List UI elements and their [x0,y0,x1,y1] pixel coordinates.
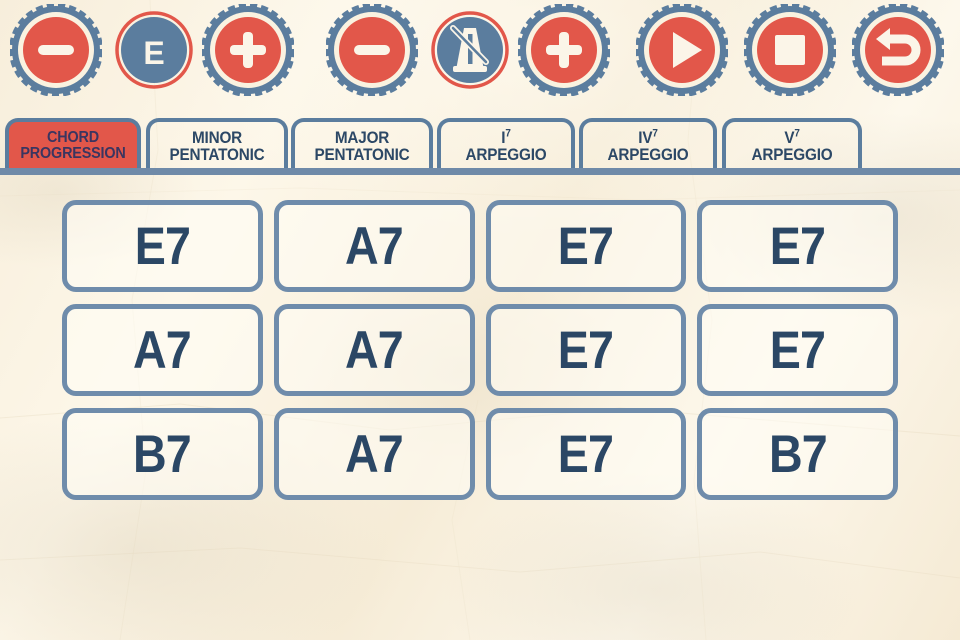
stop-button[interactable] [744,4,836,96]
chord-cell[interactable]: A7 [62,304,263,396]
tempo-increment-button[interactable] [518,4,610,96]
button-face [865,17,931,83]
chord-label: B7 [133,424,192,484]
tab-2[interactable]: MAJOR PENTATONIC [291,118,433,170]
chord-cell[interactable]: E7 [62,200,263,292]
stop-icon [775,35,805,65]
chord-label: E7 [558,424,614,484]
chord-label: E7 [769,216,826,276]
chord-label: E7 [558,216,614,276]
tab-label-superscript: 7 [505,127,511,140]
chord-cell[interactable]: E7 [697,304,898,396]
tab-label-line1: CHORD [47,128,99,146]
tab-label-line1: MAJOR [334,127,390,147]
tab-1[interactable]: MINOR PENTATONIC [146,118,288,170]
tab-label-superscript: 7 [652,127,658,140]
chord-cell[interactable]: A7 [273,408,475,500]
tab-3[interactable]: I7 ARPEGGIO [437,118,575,170]
minus-icon [354,45,390,55]
chord-label: E7 [558,320,614,380]
tab-label-line2: ARPEGGIO [465,145,547,164]
chord-label: B7 [768,424,828,484]
tab-4[interactable]: IV7 ARPEGGIO [579,118,717,170]
tab-underline [0,168,960,175]
chord-label: A7 [133,320,192,380]
minus-icon [38,45,74,55]
chord-label: A7 [345,424,404,484]
tab-label-line1: I7 [501,127,511,147]
chord-cell[interactable]: A7 [273,200,475,292]
chord-label: A7 [345,216,404,276]
chord-cell[interactable]: B7 [697,408,898,500]
tab-label-line2: ARPEGGIO [751,145,833,164]
chord-label: E7 [134,216,191,276]
tab-bar: CHORD PROGRESSION MINOR PENTATONIC MAJOR PENT… [0,118,960,174]
tab-label-line1: IV7 [638,127,658,147]
tab-label-line2: PENTATONIC [169,145,265,164]
chord-cell[interactable]: E7 [485,408,687,500]
tab-5[interactable]: V7 ARPEGGIO [722,118,862,170]
chord-cell[interactable]: E7 [485,200,687,292]
toolbar: E [0,0,960,110]
chord-cell[interactable]: E7 [697,200,898,292]
tab-0[interactable]: CHORD PROGRESSION [5,118,141,170]
tab-label-superscript: 7 [794,127,800,140]
tab-label-line1: MINOR [191,127,243,147]
tab-label-line1: V7 [784,127,800,147]
chord-cell[interactable]: A7 [273,304,475,396]
chord-cell[interactable]: B7 [62,408,263,500]
key-decrement-button[interactable] [10,4,102,96]
metronome-toggle-button[interactable] [424,4,516,96]
chord-cell[interactable]: E7 [485,304,687,396]
key-increment-button[interactable] [202,4,294,96]
tab-label-line2: PROGRESSION [20,145,126,162]
play-button[interactable] [636,4,728,96]
key-display-button[interactable]: E [108,4,200,96]
undo-button[interactable] [852,4,944,96]
chord-label: E7 [769,320,826,380]
tab-label-line2: ARPEGGIO [607,145,689,164]
tab-label-line2: PENTATONIC [314,145,410,164]
chord-label: A7 [345,320,404,380]
chord-progression-grid: E7 A7 E7 E7 A7 A7 E7 E7 B7 A7 E7 B7 [62,200,898,500]
tempo-decrement-button[interactable] [326,4,418,96]
key-display-label: E [143,35,164,71]
